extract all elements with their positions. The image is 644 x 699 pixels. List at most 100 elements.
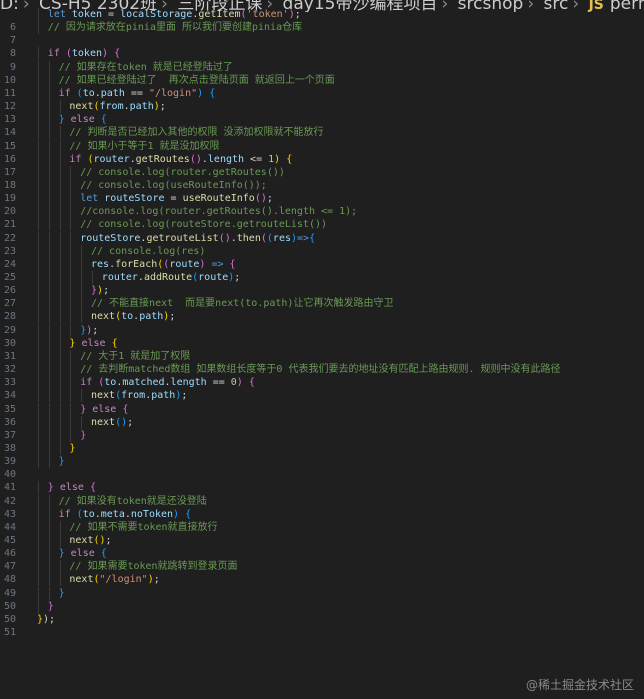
code-line[interactable]: 27 // 不能直接next 而是要next(to.path)让它再次触发路由守卫 [0, 297, 644, 311]
code-text: // 不能直接next 而是要next(to.path)让它再次触发路由守卫 [91, 297, 393, 310]
code-token: // 因为请求放在pinia里面 所以我们要创建pinia仓库 [47, 22, 303, 34]
code-token: forEach [115, 258, 158, 270]
breadcrumb-folder[interactable]: CS-H5 2302班 [39, 0, 157, 12]
code-line[interactable]: 15 // 如果小于等于1 就是没加权限 [0, 139, 644, 153]
code-line[interactable]: 28 next(to.path); [0, 310, 644, 324]
line-number: 7 [9, 35, 16, 47]
code-text: // 去判断matched数组 如果数组长度等于0 代表我们要去的地址没有匹配上… [80, 363, 560, 376]
code-line[interactable]: 48 next("/login"); [0, 573, 644, 587]
indent-guide [48, 520, 50, 534]
code-token: // 大于1 就是加了权限 [80, 350, 191, 362]
code-text: } [80, 429, 86, 442]
code-line[interactable]: 40 [0, 468, 644, 481]
breadcrumb-file[interactable]: permission.js [610, 0, 644, 12]
code-line[interactable]: 21 // console.log(routeStore.getrouteList… [0, 218, 644, 232]
code-line[interactable]: 50}); [0, 613, 644, 626]
code-line[interactable]: 35} else { [0, 402, 644, 416]
indent-guide [48, 560, 50, 574]
code-line[interactable]: 47 // 如果需要token就跳转到登录页面 [0, 560, 644, 574]
code-line[interactable]: 33 if (to.matched.length == 0) { [0, 376, 644, 390]
indent-guide [38, 534, 39, 547]
code-line[interactable]: 24 res.forEach((route) => { [0, 257, 644, 271]
breadcrumb-folder[interactable]: srcshop [458, 0, 524, 12]
indent-guide [70, 415, 72, 429]
code-line[interactable]: 6 // 因为请求放在pinia里面 所以我们要创建pinia仓库 [0, 21, 644, 35]
code-token: ; [127, 416, 134, 428]
code-line[interactable]: 39} [0, 455, 644, 469]
code-line[interactable]: 45 next(); [0, 534, 644, 547]
code-line[interactable]: 44 // 如果不需要token就直接放行 [0, 520, 644, 534]
code-token: } [58, 587, 65, 599]
code-line[interactable]: 17 // console.log(router.getRoutes()) [0, 165, 644, 179]
code-token: let [80, 193, 105, 205]
code-line[interactable]: 10 // 如果已经登陆过了 再次点击登陆页面 就返回上一个页面 [0, 73, 644, 87]
code-line[interactable]: 51 [0, 626, 644, 639]
indent-guide [59, 139, 61, 153]
code-line[interactable]: 37} [0, 428, 644, 442]
code-line[interactable]: 16 if (router.getRoutes().length <= 1) { [0, 152, 644, 166]
code-token: to [104, 377, 117, 389]
code-token: getrouteList [146, 232, 219, 244]
code-line[interactable]: 43 if (to.meta.noToken) { [0, 507, 644, 521]
code-token: () [115, 416, 128, 428]
line-number: 8 [9, 48, 16, 60]
code-line[interactable]: 13} else { [0, 113, 644, 127]
code-line[interactable]: 25 router.addRoute(route); [0, 271, 644, 284]
code-token: ; [159, 101, 166, 113]
code-line[interactable]: 30} else { [0, 336, 644, 350]
code-line[interactable]: 34 next(from.path); [0, 389, 644, 403]
line-number: 14 [3, 127, 16, 139]
code-editor[interactable]: let token = localStorage.getItem('token'… [0, 0, 644, 640]
code-line[interactable]: 26}); [0, 284, 644, 298]
code-token: == [124, 87, 149, 99]
breadcrumb-folder[interactable]: day15带沙编程项目 [283, 0, 438, 12]
code-line[interactable]: 31 // 大于1 就是加了权限 [0, 349, 644, 363]
line-number: 50 [3, 613, 16, 625]
indent-guide [59, 218, 61, 232]
line-number: 42 [3, 495, 16, 507]
code-line[interactable]: 18 // console.log(useRouteInfo()); [0, 178, 644, 192]
code-text: if (to.matched.length == 0) { [80, 376, 255, 389]
code-line[interactable]: 50} [0, 599, 644, 613]
line-number: 48 [3, 574, 16, 586]
code-line[interactable]: 22 routeStore.getrouteList().then((res)=>… [0, 231, 644, 245]
code-token: // console.log(routeStore.getrouteList()… [80, 219, 328, 231]
code-token: getRoutes [135, 153, 190, 165]
indent-guide [38, 428, 39, 442]
code-line[interactable]: 11 if (to.path == "/login") { [0, 86, 644, 100]
indent-guide [70, 231, 72, 245]
code-line[interactable]: 14 // 判断是否已经加入其他的权限 没添加权限就不能放行 [0, 126, 644, 140]
code-line[interactable]: 41} else { [0, 481, 644, 495]
code-line[interactable]: 7 [0, 34, 644, 47]
code-line[interactable]: 38} [0, 441, 644, 455]
indent-guide [59, 284, 61, 298]
code-line[interactable]: 29}); [0, 323, 644, 337]
indent-guide [38, 336, 39, 350]
code-line[interactable]: 23 // console.log(res) [0, 244, 644, 258]
code-line[interactable]: 12 next(from.path); [0, 100, 644, 114]
indent-guide [59, 376, 61, 390]
code-token: else [70, 114, 101, 126]
code-line[interactable]: 19 let routeStore = useRouteInfo(); [0, 192, 644, 206]
code-line[interactable]: 20 //console.log(router.getRoutes().lengt… [0, 205, 644, 219]
breadcrumb-folder[interactable]: 三阶段正课 [177, 0, 262, 12]
code-line[interactable]: 9 // 如果存在token 就是已经登陆过了 [0, 60, 644, 74]
code-line[interactable]: 46} else { [0, 547, 644, 561]
code-text: // 如果不需要token就直接放行 [69, 521, 217, 534]
breadcrumb-drive[interactable]: D: [0, 0, 19, 12]
code-line[interactable]: 32 // 去判断matched数组 如果数组长度等于0 代表我们要去的地址没有匹… [0, 363, 644, 377]
code-line[interactable]: 8 if (token) { [0, 47, 644, 61]
breadcrumb-folder[interactable]: src [544, 0, 569, 12]
code-line[interactable]: 49} [0, 586, 644, 600]
line-number: 35 [3, 403, 16, 415]
indent-guide [38, 192, 39, 206]
indent-guide [92, 271, 93, 284]
code-line[interactable]: 36 next(); [0, 415, 644, 429]
code-line[interactable]: 42 // 如果没有token就是还没登陆 [0, 494, 644, 508]
indent-guide [48, 297, 50, 311]
code-text: next(); [91, 416, 133, 429]
indent-guide [59, 520, 61, 534]
indent-guide [48, 152, 50, 166]
indent-guide [48, 310, 50, 324]
line-number: 10 [3, 74, 16, 86]
